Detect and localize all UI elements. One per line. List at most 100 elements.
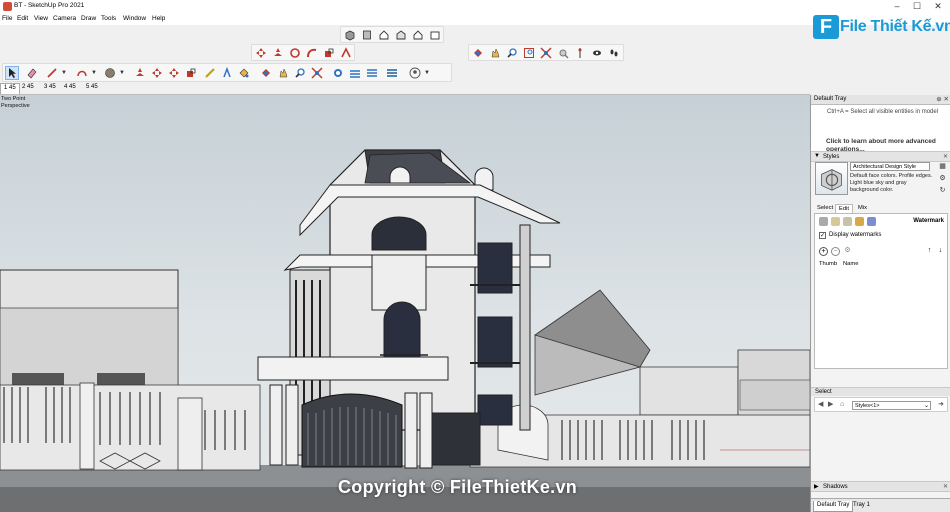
forward-arrow-icon[interactable]: ▶ — [828, 401, 836, 409]
push-pull-icon[interactable] — [271, 46, 285, 60]
iso-view-icon[interactable] — [343, 28, 357, 42]
zoom-extents-icon[interactable] — [539, 46, 553, 60]
style-name-field[interactable]: Architectural Design Style — [850, 162, 930, 171]
minimize-button[interactable]: – — [887, 1, 907, 12]
face-settings-icon[interactable] — [831, 217, 840, 226]
add-watermark-icon[interactable]: + — [819, 247, 828, 256]
menu-draw[interactable]: Draw — [81, 15, 96, 22]
push-pull-icon[interactable] — [133, 66, 147, 80]
offset-icon[interactable] — [339, 46, 353, 60]
scale-icon[interactable] — [184, 66, 198, 80]
extension-icon[interactable] — [348, 66, 362, 80]
menu-help[interactable]: Help — [152, 15, 165, 22]
style-preview-icon — [821, 169, 842, 191]
edit-toolbar — [251, 44, 355, 61]
zoom-icon[interactable] — [505, 46, 519, 60]
menu-tools[interactable]: Tools — [101, 15, 116, 22]
move-up-icon[interactable]: ↑ — [925, 247, 934, 256]
menu-view[interactable]: View — [34, 15, 48, 22]
close-button[interactable]: ✕ — [928, 1, 948, 12]
home-icon[interactable]: ⌂ — [840, 401, 848, 409]
styles-panel-header[interactable]: ▼ Styles ✕ — [811, 151, 950, 162]
line-icon[interactable] — [45, 66, 59, 80]
move-icon[interactable] — [150, 66, 164, 80]
move-icon[interactable] — [254, 46, 268, 60]
scale-icon[interactable] — [322, 46, 336, 60]
select-panel: ◀ ▶ ⌂ Styles<1> ⌄ ➜ — [814, 397, 948, 412]
window-title: BT - SketchUp Pro 2021 — [14, 2, 85, 9]
pan-icon[interactable] — [488, 46, 502, 60]
create-style-icon[interactable]: ▦ — [938, 162, 947, 171]
column-header-thumb[interactable]: Thumb — [819, 261, 837, 267]
zoom-extents-icon[interactable] — [310, 66, 324, 80]
top-view-icon[interactable] — [360, 28, 374, 42]
model-viewport[interactable]: Two Point Perspective Copyright © FileTh… — [0, 95, 810, 512]
warehouse-icon[interactable] — [331, 66, 345, 80]
scene-tab[interactable]: 5 45 — [83, 83, 101, 94]
position-camera-icon[interactable] — [556, 46, 570, 60]
left-view-icon[interactable] — [428, 28, 442, 42]
chevron-down-icon[interactable]: ▼ — [424, 70, 430, 76]
orbit-icon[interactable] — [471, 46, 485, 60]
scene-tab[interactable]: 1 45 — [0, 83, 20, 94]
close-icon[interactable]: ✕ — [943, 483, 948, 490]
shape-icon[interactable] — [103, 66, 117, 80]
menu-edit[interactable]: Edit — [17, 15, 28, 22]
menu-window[interactable]: Window — [123, 15, 146, 22]
back-view-icon[interactable] — [411, 28, 425, 42]
instructor-panel: Ctrl+A = Select all visible entities in … — [811, 105, 950, 155]
paint-bucket-icon[interactable] — [237, 66, 251, 80]
scene-tabs: 1 45 2 45 3 45 4 45 5 45 — [0, 82, 810, 95]
chevron-down-icon[interactable]: ▼ — [91, 70, 97, 76]
walk-icon[interactable] — [590, 46, 604, 60]
back-arrow-icon[interactable]: ◀ — [818, 401, 826, 409]
zoom-icon[interactable] — [293, 66, 307, 80]
rotate-icon[interactable] — [288, 46, 302, 60]
chevron-down-icon[interactable]: ▼ — [119, 70, 125, 76]
background-settings-icon[interactable] — [843, 217, 852, 226]
scene-tab[interactable]: 2 45 — [19, 83, 37, 94]
scene-tab[interactable]: 3 45 — [41, 83, 59, 94]
account-icon[interactable] — [408, 66, 422, 80]
tray-tab-tray1[interactable]: Tray 1 — [850, 501, 873, 512]
close-icon[interactable]: ✕ — [943, 153, 948, 160]
front-view-icon[interactable] — [377, 28, 391, 42]
zoom-window-icon[interactable] — [522, 46, 536, 60]
edit-watermark-icon[interactable]: ⚙ — [843, 247, 852, 256]
footprints-icon[interactable] — [607, 46, 621, 60]
pan-icon[interactable] — [276, 66, 290, 80]
tray-tab-default[interactable]: Default Tray — [813, 501, 854, 512]
chevron-down-icon[interactable]: ▼ — [61, 70, 67, 76]
select-icon[interactable] — [5, 66, 19, 80]
arc-icon[interactable] — [75, 66, 89, 80]
text-icon[interactable] — [220, 66, 234, 80]
scene-tab[interactable]: 4 45 — [61, 83, 79, 94]
display-watermarks-checkbox[interactable]: ✓ — [819, 232, 826, 239]
shadows-panel-header[interactable]: ▶ Shadows ✕ — [811, 481, 950, 492]
move-down-icon[interactable]: ↓ — [936, 247, 945, 256]
orbit-icon[interactable] — [259, 66, 273, 80]
pin-icon[interactable]: ⊕ ✕ — [936, 95, 949, 103]
eraser-icon[interactable] — [25, 66, 39, 80]
layout-icon[interactable] — [365, 66, 379, 80]
style-collection-dropdown[interactable]: Styles<1> ⌄ — [852, 401, 931, 410]
column-header-name[interactable]: Name — [843, 261, 858, 267]
right-view-icon[interactable] — [394, 28, 408, 42]
section-icon[interactable] — [385, 66, 399, 80]
follow-me-icon[interactable] — [305, 46, 319, 60]
details-arrow-icon[interactable]: ➜ — [938, 401, 946, 409]
modeling-settings-icon[interactable] — [867, 217, 876, 226]
maximize-button[interactable]: ☐ — [907, 1, 927, 12]
remove-watermark-icon[interactable]: − — [831, 247, 840, 256]
select-panel-header[interactable]: Select — [811, 387, 950, 396]
menu-camera[interactable]: Camera — [53, 15, 76, 22]
update-style-icon[interactable]: ⚙ — [938, 174, 947, 183]
refresh-icon[interactable]: ↻ — [938, 186, 947, 195]
edge-settings-icon[interactable] — [819, 217, 828, 226]
look-around-icon[interactable] — [573, 46, 587, 60]
menu-file[interactable]: File — [2, 15, 12, 22]
rotate-icon[interactable] — [167, 66, 181, 80]
default-tray: Default Tray ⊕ ✕ Ctrl+A = Select all vis… — [810, 95, 950, 512]
watermark-settings-icon[interactable] — [855, 217, 864, 226]
tape-measure-icon[interactable] — [203, 66, 217, 80]
